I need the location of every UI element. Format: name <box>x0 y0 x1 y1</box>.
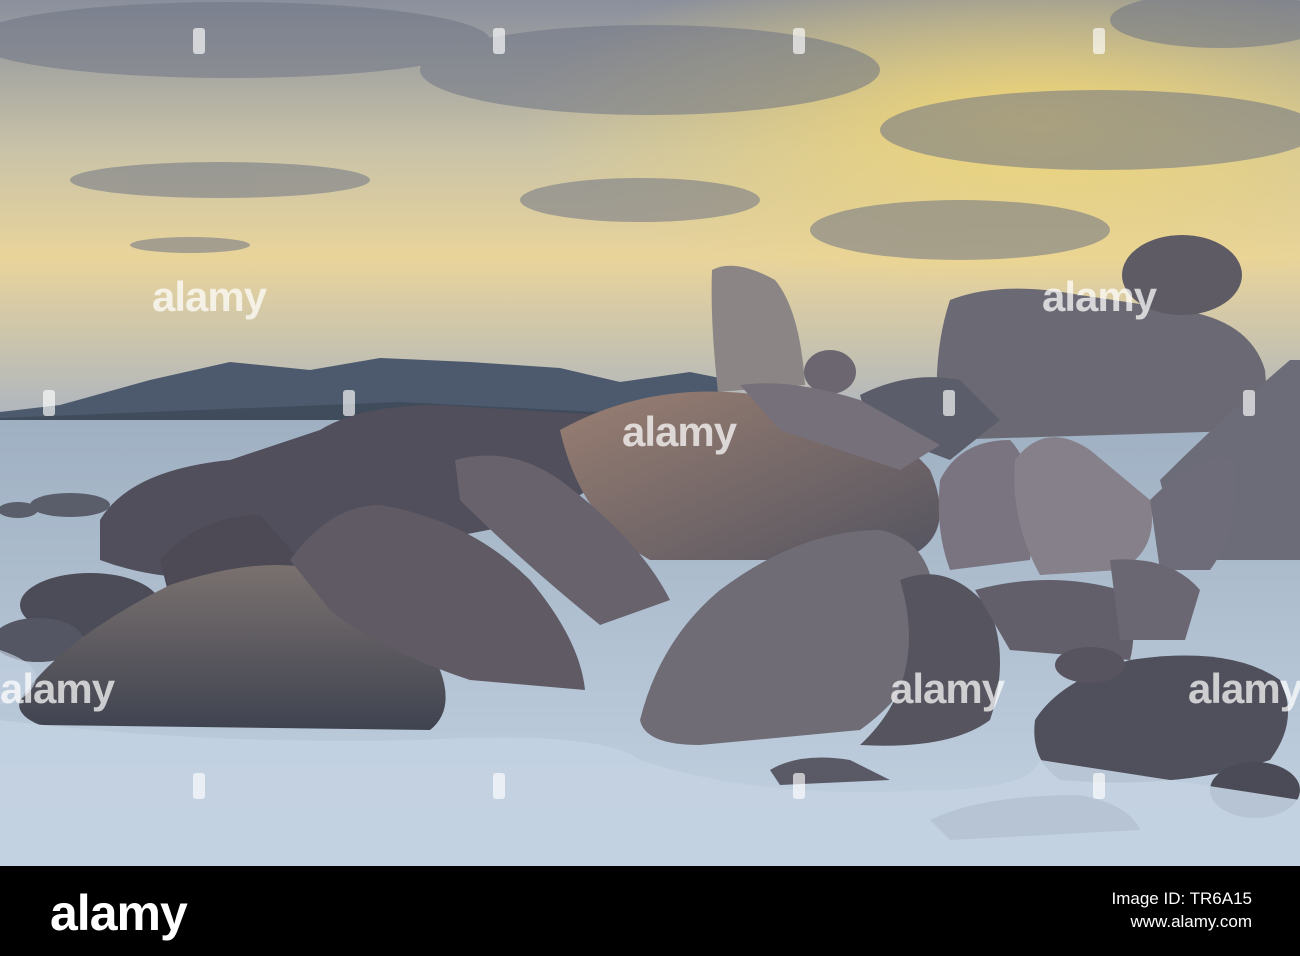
watermark-text: alamy <box>890 665 1005 712</box>
photo: alamy alamy alamy alamy alamy alamy <box>0 0 1300 866</box>
watermark-mark <box>793 28 805 54</box>
watermark-mark <box>193 28 205 54</box>
watermark-mark <box>943 390 955 416</box>
watermark-mark <box>193 773 205 799</box>
watermark-text: alamy <box>152 273 267 320</box>
image-stage: alamy alamy alamy alamy alamy alamy alam… <box>0 0 1300 956</box>
watermark-text: alamy <box>1042 273 1157 320</box>
website-text: www.alamy.com <box>1130 911 1252 931</box>
watermark-mark <box>1093 28 1105 54</box>
watermark-mark <box>493 773 505 799</box>
watermark-mark <box>1093 773 1105 799</box>
watermark-text: alamy <box>1188 665 1300 712</box>
image-id-text: Image ID: TR6A15 <box>1111 889 1252 908</box>
watermark-mark <box>793 773 805 799</box>
footer-bar: alamy Image ID: TR6A15 www.alamy.com <box>0 866 1300 956</box>
watermark-mark <box>493 28 505 54</box>
watermark-mark <box>1243 390 1255 416</box>
watermark-text: alamy <box>622 408 737 455</box>
watermark-mark <box>343 390 355 416</box>
image-id-block: Image ID: TR6A15 www.alamy.com <box>1112 888 1252 934</box>
watermark-text: alamy <box>0 665 115 712</box>
watermark-mark <box>43 390 55 416</box>
footer-logo: alamy <box>50 885 188 941</box>
